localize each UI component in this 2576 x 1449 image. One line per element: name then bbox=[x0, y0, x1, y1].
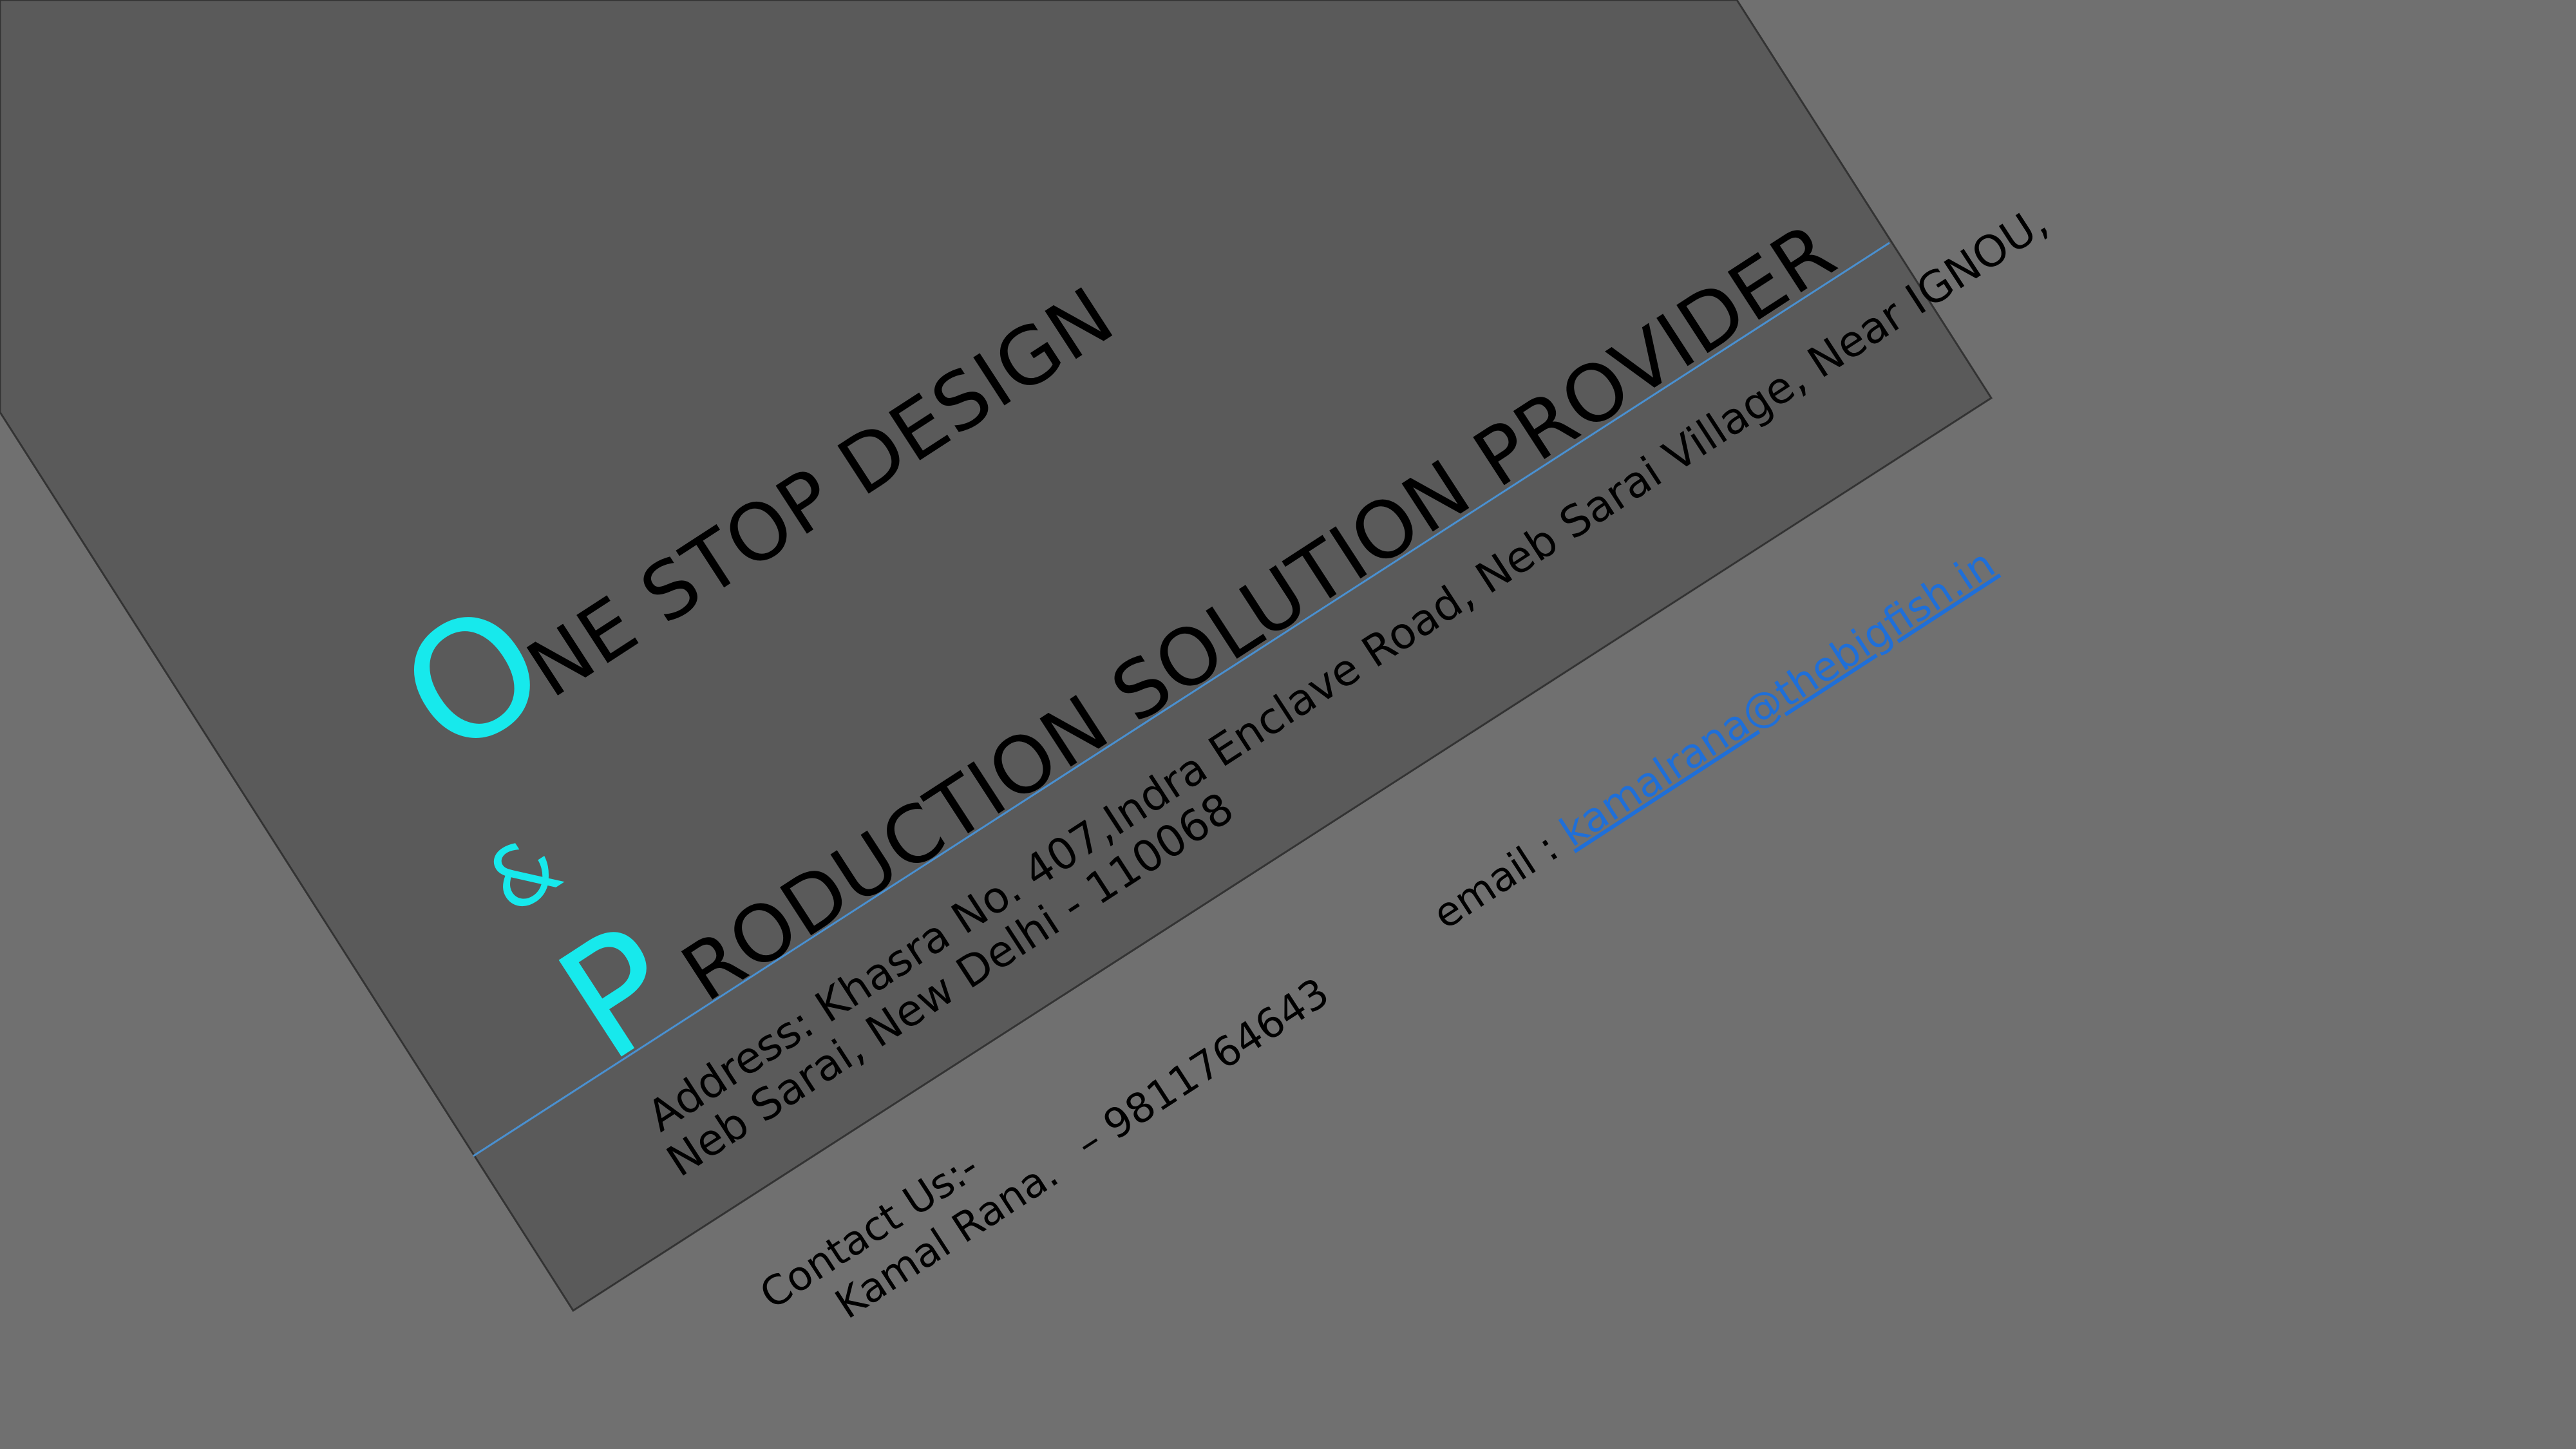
rotated-card-panel bbox=[0, 0, 1993, 1312]
card-canvas: O NE STOP DESIGN & P RODUCTION SOLUTION … bbox=[0, 0, 2576, 1449]
